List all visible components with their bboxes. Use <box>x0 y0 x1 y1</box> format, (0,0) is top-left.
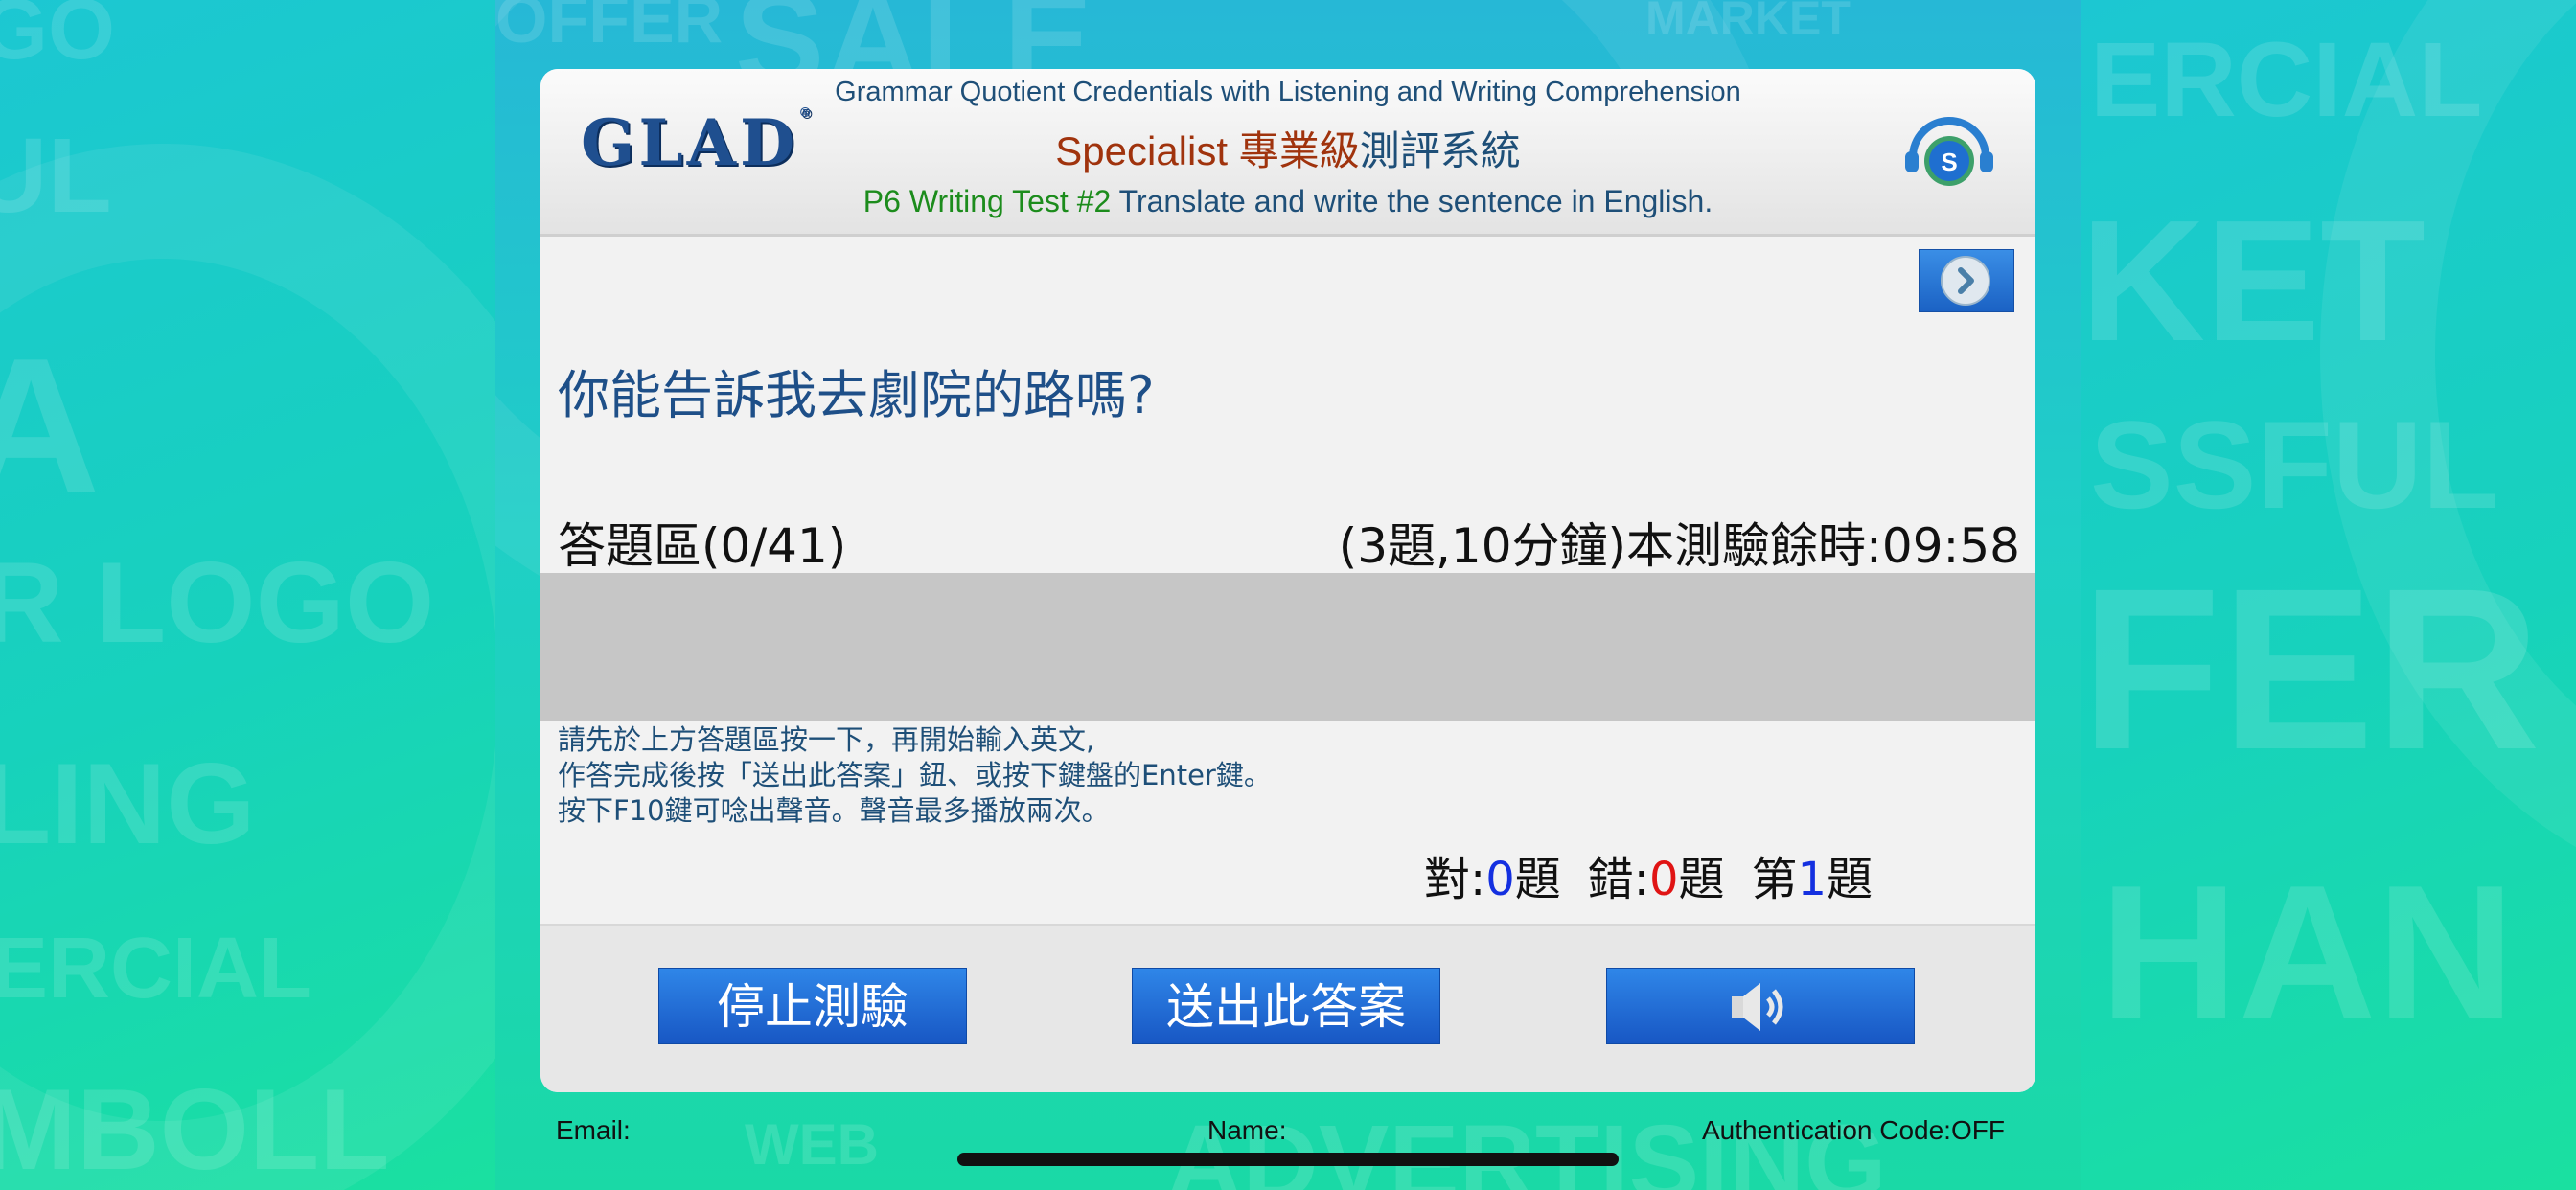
svg-text:S: S <box>1941 148 1957 176</box>
next-question-button[interactable] <box>1919 249 2014 312</box>
remaining-time: (3題,10分鐘)本測驗餘時:09:58 <box>1338 518 2020 574</box>
title-level: 專業級 <box>1238 128 1360 173</box>
submit-answer-button[interactable]: 送出此答案 <box>1132 968 1440 1044</box>
instructions: 請先於上方答題區按一下，再開始輸入英文, 作答完成後按「送出此答案」鈕、或按下鍵… <box>558 722 1272 829</box>
name-label: Name: <box>1208 1115 1287 1145</box>
answer-area-label: 答題區(0/41) <box>558 518 847 574</box>
background-left: GO UL A R LOGO LING ERCIAL MBOLL <box>0 0 495 1190</box>
watermark-text: A <box>0 319 101 533</box>
question-index: 1 <box>1797 853 1828 906</box>
instruction-line: 作答完成後按「送出此答案」鈕、或按下鍵盤的Enter鍵。 <box>558 759 1272 791</box>
watermark-text: OFFER <box>495 0 724 57</box>
watermark-text: LING <box>0 740 256 868</box>
test-instruction: P6 Writing Test #2 Translate and write t… <box>540 184 2036 219</box>
title-system: 測評系統 <box>1359 128 1521 173</box>
stop-test-button[interactable]: 停止測驗 <box>658 968 967 1044</box>
header-subtitle: Grammar Quotient Credentials with Listen… <box>835 77 1741 107</box>
background-right: ERCIAL KET SSFUL FER HAN <box>2081 0 2576 1190</box>
test-task: Translate and write the sentence in Engl… <box>1118 184 1714 218</box>
score-summary: 對:0題 錯:0題 第1題 <box>1424 841 1873 908</box>
speaker-icon <box>1732 983 1783 1031</box>
watermark-text: MARKET <box>1645 0 1851 45</box>
watermark-text: GO <box>0 0 116 78</box>
question-text: 你能告訴我去劇院的路嗎? <box>558 365 1155 425</box>
watermark-text: R LOGO <box>0 538 435 667</box>
title-specialist: Specialist <box>1055 128 1229 173</box>
watermark-text: SSFUL <box>2090 395 2499 535</box>
headset-support-icon[interactable]: S <box>1901 113 1997 194</box>
instruction-line: 請先於上方答題區按一下，再開始輸入英文, <box>558 723 1095 756</box>
email-label: Email: <box>556 1115 631 1145</box>
correct-count: 0 <box>1485 853 1515 906</box>
play-sound-button[interactable] <box>1606 968 1915 1044</box>
watermark-text: ERCIAL <box>0 921 311 1017</box>
watermark-text: UL <box>0 117 112 235</box>
watermark-text: KET <box>2081 185 2426 378</box>
wrong-unit: 題 <box>1678 853 1725 906</box>
watermark-text: FER <box>2081 540 2541 797</box>
watermark-text: MBOLL <box>0 1065 390 1190</box>
test-name: P6 Writing Test #2 <box>862 184 1112 218</box>
question-index-label: 第 <box>1751 853 1798 906</box>
correct-label: 對: <box>1424 853 1486 906</box>
question-index-unit: 題 <box>1827 853 1874 906</box>
watermark-text: ERCIAL <box>2090 21 2483 139</box>
home-indicator[interactable] <box>957 1153 1619 1166</box>
chevron-right-icon <box>1941 256 1990 306</box>
instruction-line: 按下F10鍵可唸出聲音。聲音最多播放兩次。 <box>558 794 1110 827</box>
correct-unit: 題 <box>1514 853 1561 906</box>
auth-code-label: Authentication Code:OFF <box>1702 1115 2005 1145</box>
wrong-label: 錯: <box>1587 853 1649 906</box>
watermark-text: HAN <box>2100 846 2516 1060</box>
wrong-count: 0 <box>1648 853 1679 906</box>
header: GLAD® Grammar Quotient Credentials with … <box>540 69 2036 237</box>
watermark-text: WEB <box>745 1112 879 1177</box>
test-panel: GLAD® Grammar Quotient Credentials with … <box>540 69 2036 1092</box>
header-title: Specialist 專業級測評系統 <box>540 119 2036 177</box>
answer-input-area[interactable] <box>540 573 2036 721</box>
